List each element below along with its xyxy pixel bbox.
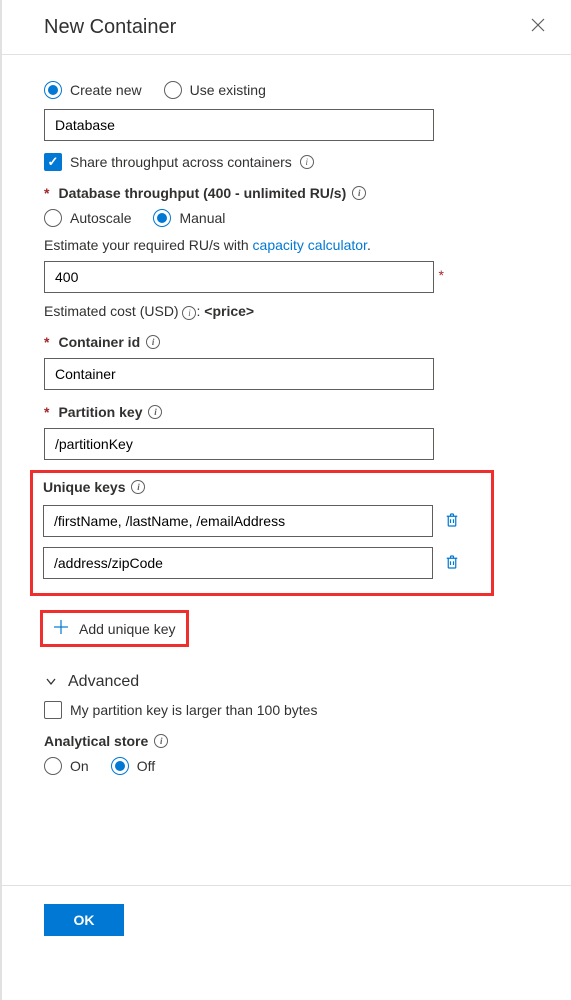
- analytical-on-radio[interactable]: On: [44, 757, 89, 775]
- database-name-input[interactable]: [44, 109, 434, 141]
- capacity-calculator-link[interactable]: capacity calculator: [253, 237, 367, 253]
- radio-icon: [164, 81, 182, 99]
- required-indicator: *: [44, 404, 49, 420]
- large-partition-key-checkbox[interactable]: My partition key is larger than 100 byte…: [44, 701, 553, 719]
- partition-key-label: * Partition key: [44, 404, 553, 420]
- radio-label: Use existing: [190, 82, 266, 98]
- required-indicator: *: [44, 334, 49, 350]
- unique-key-input[interactable]: [43, 505, 433, 537]
- required-indicator: *: [44, 185, 49, 201]
- analytical-store-radiogroup: On Off: [44, 757, 553, 775]
- analytical-off-radio[interactable]: Off: [111, 757, 155, 775]
- close-icon[interactable]: [527, 14, 549, 40]
- info-icon[interactable]: [300, 155, 314, 169]
- container-id-input[interactable]: [44, 358, 434, 390]
- add-unique-key-button[interactable]: Add unique key: [47, 617, 182, 640]
- radio-icon: [153, 209, 171, 227]
- share-throughput-checkbox[interactable]: Share throughput across containers: [44, 153, 553, 171]
- radio-label: On: [70, 758, 89, 774]
- panel-body[interactable]: Create new Use existing Share throughput…: [2, 55, 571, 885]
- trash-icon[interactable]: [443, 511, 461, 532]
- info-icon[interactable]: [352, 186, 366, 200]
- add-unique-key-highlight: Add unique key: [40, 610, 189, 647]
- radio-icon: [111, 757, 129, 775]
- radio-label: Create new: [70, 82, 142, 98]
- throughput-input-wrap: *: [44, 261, 434, 293]
- radio-icon: [44, 757, 62, 775]
- unique-key-row: [43, 547, 481, 579]
- add-unique-key-label: Add unique key: [79, 621, 176, 637]
- throughput-input[interactable]: [44, 261, 434, 293]
- panel-footer: OK: [2, 885, 571, 966]
- throughput-label: * Database throughput (400 - unlimited R…: [44, 185, 553, 201]
- advanced-label: Advanced: [68, 673, 139, 691]
- estimated-cost: Estimated cost (USD) : <price>: [44, 303, 553, 320]
- unique-keys-section: Unique keys: [30, 470, 494, 596]
- container-id-label: * Container id: [44, 334, 553, 350]
- radio-icon: [44, 81, 62, 99]
- radio-label: Autoscale: [70, 210, 131, 226]
- database-mode-radiogroup: Create new Use existing: [44, 81, 553, 99]
- required-indicator: *: [439, 267, 444, 283]
- unique-key-input[interactable]: [43, 547, 433, 579]
- ok-button[interactable]: OK: [44, 904, 124, 936]
- estimate-text: Estimate your required RU/s with capacit…: [44, 237, 553, 253]
- checkbox-icon: [44, 701, 62, 719]
- checkbox-label: Share throughput across containers: [70, 154, 292, 170]
- radio-label: Manual: [179, 210, 225, 226]
- analytical-store-label: Analytical store: [44, 733, 553, 749]
- checkbox-icon: [44, 153, 62, 171]
- info-icon[interactable]: [154, 734, 168, 748]
- radio-icon: [44, 209, 62, 227]
- checkbox-label: My partition key is larger than 100 byte…: [70, 702, 317, 718]
- autoscale-radio[interactable]: Autoscale: [44, 209, 131, 227]
- cost-value: <price>: [204, 303, 254, 319]
- info-icon[interactable]: [182, 306, 196, 320]
- info-icon[interactable]: [146, 335, 160, 349]
- panel-title: New Container: [44, 16, 176, 39]
- info-icon[interactable]: [148, 405, 162, 419]
- partition-key-input[interactable]: [44, 428, 434, 460]
- new-container-panel: New Container Create new Use existing Sh…: [0, 0, 571, 1000]
- use-existing-radio[interactable]: Use existing: [164, 81, 266, 99]
- advanced-section-toggle[interactable]: Advanced: [44, 673, 553, 691]
- create-new-radio[interactable]: Create new: [44, 81, 142, 99]
- radio-label: Off: [137, 758, 155, 774]
- info-icon[interactable]: [131, 480, 145, 494]
- trash-icon[interactable]: [443, 553, 461, 574]
- panel-header: New Container: [2, 0, 571, 55]
- chevron-down-icon: [44, 674, 58, 691]
- unique-key-row: [43, 505, 481, 537]
- plus-icon: [53, 619, 69, 638]
- unique-keys-label: Unique keys: [43, 479, 481, 495]
- throughput-mode-radiogroup: Autoscale Manual: [44, 209, 553, 227]
- manual-radio[interactable]: Manual: [153, 209, 225, 227]
